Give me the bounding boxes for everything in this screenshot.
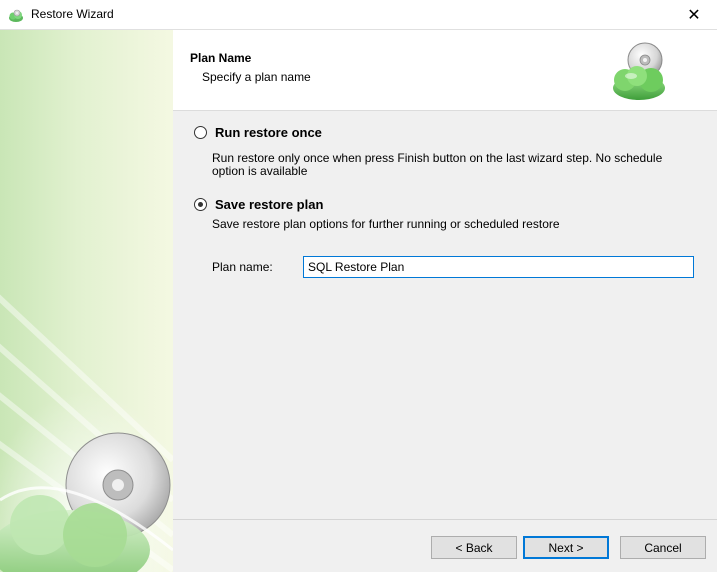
plan-name-input[interactable] [303,256,694,278]
wizard-sidebar-banner [0,30,173,572]
close-button[interactable]: ✕ [671,0,717,30]
radio-run-once-label: Run restore once [215,125,322,140]
close-icon: ✕ [687,7,701,24]
cloud-disc-icon [9,9,23,22]
save-plan-description-line: Save restore plan options for further ru… [212,217,560,231]
radio-run-once-circle[interactable] [194,126,207,139]
sidebar-artwork [0,294,173,572]
next-button[interactable]: Next > [523,536,609,559]
footer-divider [173,519,717,520]
radio-save-plan[interactable]: Save restore plan [194,197,323,212]
run-once-description-line: option is available [212,164,308,178]
restore-wizard-window: Restore Wizard ✕ Plan Name Specify a pla… [0,0,717,572]
back-button[interactable]: < Back [431,536,517,559]
save-plan-description: Save restore plan options for further ru… [212,218,560,231]
page-subtitle: Specify a plan name [202,70,311,84]
radio-run-once[interactable]: Run restore once [194,125,322,140]
cloud-disc-icon [613,42,665,100]
window-title: Restore Wizard [31,7,114,21]
radio-save-plan-label: Save restore plan [215,197,324,212]
run-once-description: Run restore only once when press Finish … [212,152,662,178]
wizard-content: Plan Name Specify a plan name Run restor… [173,30,717,572]
cancel-button[interactable]: Cancel [620,536,706,559]
radio-save-plan-circle[interactable] [194,198,207,211]
page-title: Plan Name [190,51,252,65]
plan-name-label: Plan name: [212,260,273,274]
title-bar: Restore Wizard ✕ [0,0,717,30]
wizard-header: Plan Name Specify a plan name [173,30,717,111]
